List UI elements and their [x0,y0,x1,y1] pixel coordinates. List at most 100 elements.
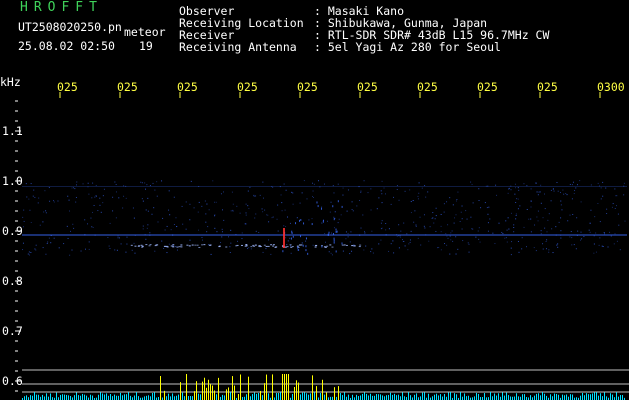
spectrum-bar [260,390,261,400]
noise-dot [245,203,247,205]
meteor-trail-dot [252,244,255,246]
noise-dot [536,216,538,218]
noise-dot [147,197,149,199]
spectrum-bar [60,394,61,400]
noise-dot [328,251,330,253]
noise-dot [34,248,36,250]
spectrum-bar [170,396,171,400]
noise-dot [222,209,224,211]
spectrum-bar [310,393,311,400]
noise-dot [424,185,426,187]
spectrum-bar [436,393,437,400]
spectrum-bar [546,395,547,400]
spectrum-bar [200,394,201,400]
noise-dot [247,190,249,192]
noise-dot [475,236,477,238]
noise-dot [157,221,159,223]
noise-dot [456,199,458,201]
noise-dot [48,237,50,239]
spectrum-bar [492,396,493,400]
noise-dot [100,211,102,213]
noise-dot [334,211,336,213]
noise-dot [123,195,125,197]
noise-dot [606,208,608,210]
meteor-trail-dot [291,246,294,248]
noise-dot [277,230,279,232]
noise-dot [560,217,562,219]
noise-dot [602,246,604,248]
meteor-trail-dot [176,246,179,248]
noise-dot [94,196,96,198]
noise-dot [556,244,558,246]
spectrum-bar [474,396,475,400]
noise-dot [168,243,170,245]
meteor-count: 19 [139,39,153,53]
noise-dot [351,250,353,252]
noise-dot [409,189,411,191]
meteor-trail-dot [145,244,148,246]
spectrum-bar [622,395,623,400]
noise-dot [134,252,136,254]
noise-dot [262,251,264,253]
noise-dot [420,244,422,246]
noise-dot [462,240,464,242]
noise-dot [514,183,516,185]
spectrum-bar [380,394,381,400]
noise-dot [73,227,75,229]
noise-dot [215,201,217,203]
noise-dot [528,218,530,220]
noise-dot [518,251,520,253]
noise-dot [600,198,602,200]
noise-dot [496,194,498,196]
noise-dot [313,183,315,185]
spectrum-bar [322,379,323,400]
meteor-trail-dot [240,244,243,246]
spectrum-bar [438,395,439,400]
noise-dot [530,231,532,233]
noise-dot [236,205,238,207]
noise-dot [108,245,110,247]
noise-dot [407,249,409,251]
noise-dot [557,190,559,192]
noise-dot [501,231,503,233]
spectrum-bar [454,393,455,400]
spectrum-bar [592,393,593,400]
noise-dot [616,240,618,242]
noise-dot [454,217,456,219]
noise-dot [381,193,383,195]
noise-dot [285,189,287,191]
spectrum-bar [306,393,307,400]
meteor-burst-dot [335,250,337,253]
spectrum-bar [448,392,449,400]
noise-dot [330,252,332,254]
noise-dot [115,191,117,193]
noise-dot [156,181,158,183]
meteor-burst-dot [292,235,294,238]
noise-dot [109,222,111,224]
noise-dot [216,231,218,233]
noise-dot [459,221,461,223]
meteor-burst-dot [333,239,335,242]
noise-dot [410,201,412,203]
noise-dot [92,226,94,228]
noise-dot [588,229,590,231]
noise-dot [197,211,199,213]
noise-dot [118,197,120,199]
meteor-trail-dot [203,244,206,246]
spectrum-bar [358,396,359,400]
noise-dot [262,197,264,199]
spectrum-bar [100,392,101,400]
noise-dot [345,231,347,233]
noise-dot [301,192,303,194]
noise-dot [161,240,163,242]
noise-dot [301,242,303,244]
noise-dot [221,231,223,233]
noise-dot [338,218,340,220]
noise-dot [221,228,223,230]
noise-dot [133,217,135,219]
noise-dot [615,195,617,197]
meteor-burst-dot [290,237,292,240]
spectrum-bar [30,395,31,400]
noise-dot [380,222,382,224]
meteor-trail-dot [296,245,299,247]
